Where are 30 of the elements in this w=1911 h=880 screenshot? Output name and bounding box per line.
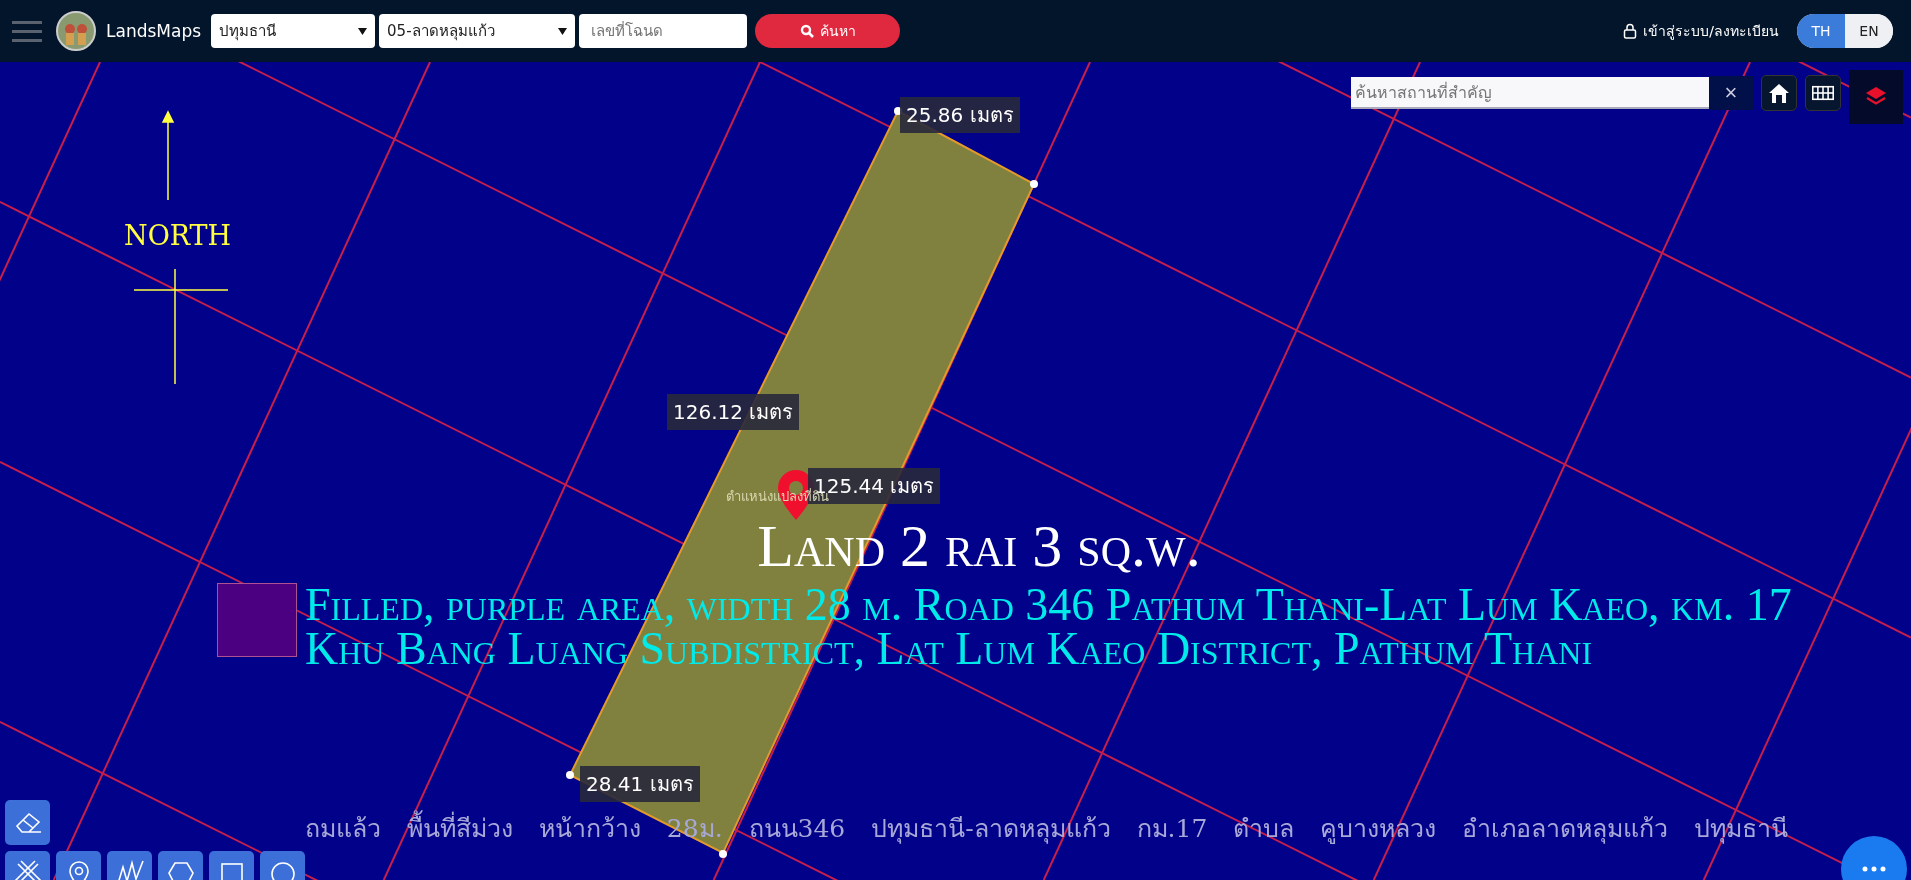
search-button[interactable]: ค้นหา — [755, 14, 901, 48]
grid-button[interactable] — [1805, 75, 1841, 111]
measurement-label: 126.12 เมตร — [667, 394, 800, 430]
vertex-handle[interactable] — [719, 850, 727, 858]
brand-name: LandsMaps — [106, 21, 202, 41]
ruler-pencil-icon — [12, 858, 43, 880]
login-link[interactable]: เข้าสู่ระบบ/ลงทะเบียน — [1623, 20, 1779, 42]
menu-icon[interactable] — [12, 19, 42, 43]
province-select[interactable]: ปทุมธานี — [211, 14, 376, 48]
north-label: NORTH — [124, 220, 232, 251]
eraser-tool[interactable] — [5, 800, 50, 845]
place-search-field[interactable]: ค้นหาสถานที่สำคัญ — [1351, 77, 1709, 109]
caret-icon — [358, 27, 368, 35]
vertex-handle[interactable] — [566, 771, 574, 779]
language-option[interactable]: TH — [1797, 14, 1845, 48]
deed-number-field[interactable]: เลขที่โฉนด — [579, 14, 748, 48]
home-icon — [1768, 82, 1790, 104]
district-select[interactable]: 05-ลาดหลุมแก้ว — [379, 14, 576, 48]
home-button[interactable] — [1761, 75, 1797, 111]
vertex-handle[interactable] — [1030, 180, 1038, 188]
clear-button[interactable]: × — [1709, 76, 1753, 110]
caret-icon — [558, 27, 568, 35]
measurement-label: 25.86 เมตร — [900, 97, 1020, 133]
lock-icon — [1623, 23, 1638, 39]
logo-icon — [56, 11, 96, 51]
search-icon — [799, 24, 814, 38]
measurement-label: 28.41 เมตร — [580, 766, 700, 802]
grid-icon — [1812, 84, 1834, 102]
layers-button[interactable] — [1849, 70, 1903, 124]
more-icon — [1862, 866, 1886, 872]
